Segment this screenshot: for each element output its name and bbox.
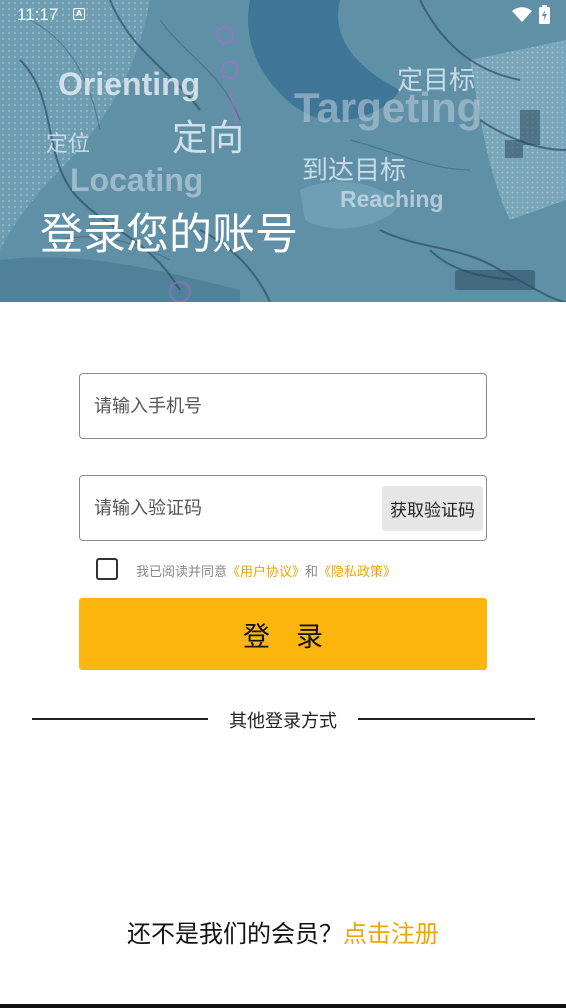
notification-icon: A — [73, 8, 85, 20]
slogan-dingwei: 定位 — [46, 132, 91, 157]
agreement-and: 和 — [305, 565, 319, 580]
slogan-dingxiang: 定向 — [172, 118, 245, 159]
phone-input[interactable] — [94, 374, 374, 438]
agree-checkbox[interactable] — [96, 558, 118, 580]
home-bar — [0, 1004, 566, 1008]
phone-field — [79, 373, 487, 439]
user-agreement-link[interactable]: 《用户协议》 — [227, 565, 305, 580]
slogan-orienting: Orienting — [58, 66, 201, 102]
register-link[interactable]: 点击注册 — [343, 920, 439, 948]
agreement-text: 我已阅读并同意《用户协议》和《隐私政策》 — [136, 561, 396, 580]
login-button[interactable]: 登录 — [79, 598, 487, 670]
divider-right — [358, 718, 535, 720]
divider-left — [32, 718, 208, 720]
wifi-icon — [512, 7, 532, 22]
battery-icon — [539, 5, 550, 24]
get-code-button[interactable]: 获取验证码 — [382, 486, 483, 531]
agreement-row: 我已阅读并同意《用户协议》和《隐私政策》 — [96, 558, 496, 582]
register-row: 还不是我们的会员？点击注册 — [0, 914, 566, 949]
agreement-prefix: 我已阅读并同意 — [136, 565, 228, 580]
page-title: 登录您的账号 — [40, 210, 298, 260]
code-field: 获取验证码 — [79, 475, 487, 541]
slogan-locating: Locating — [70, 162, 204, 198]
hero-banner: 11:17 A Orienting 定位 定向 Locating 定目标 Tar… — [0, 0, 566, 302]
slogan-reaching: Reaching — [340, 186, 444, 212]
slogan-targeting: Targeting — [294, 84, 483, 131]
other-login-label: 其他登录方式 — [229, 711, 337, 732]
status-bar: 11:17 A — [0, 0, 566, 30]
register-prompt: 还不是我们的会员？ — [127, 920, 343, 948]
status-time: 11:17 — [17, 5, 59, 24]
slogan-daoda: 到达目标 — [302, 156, 407, 186]
privacy-policy-link[interactable]: 《隐私政策》 — [318, 565, 396, 580]
verification-code-input[interactable] — [94, 476, 374, 540]
